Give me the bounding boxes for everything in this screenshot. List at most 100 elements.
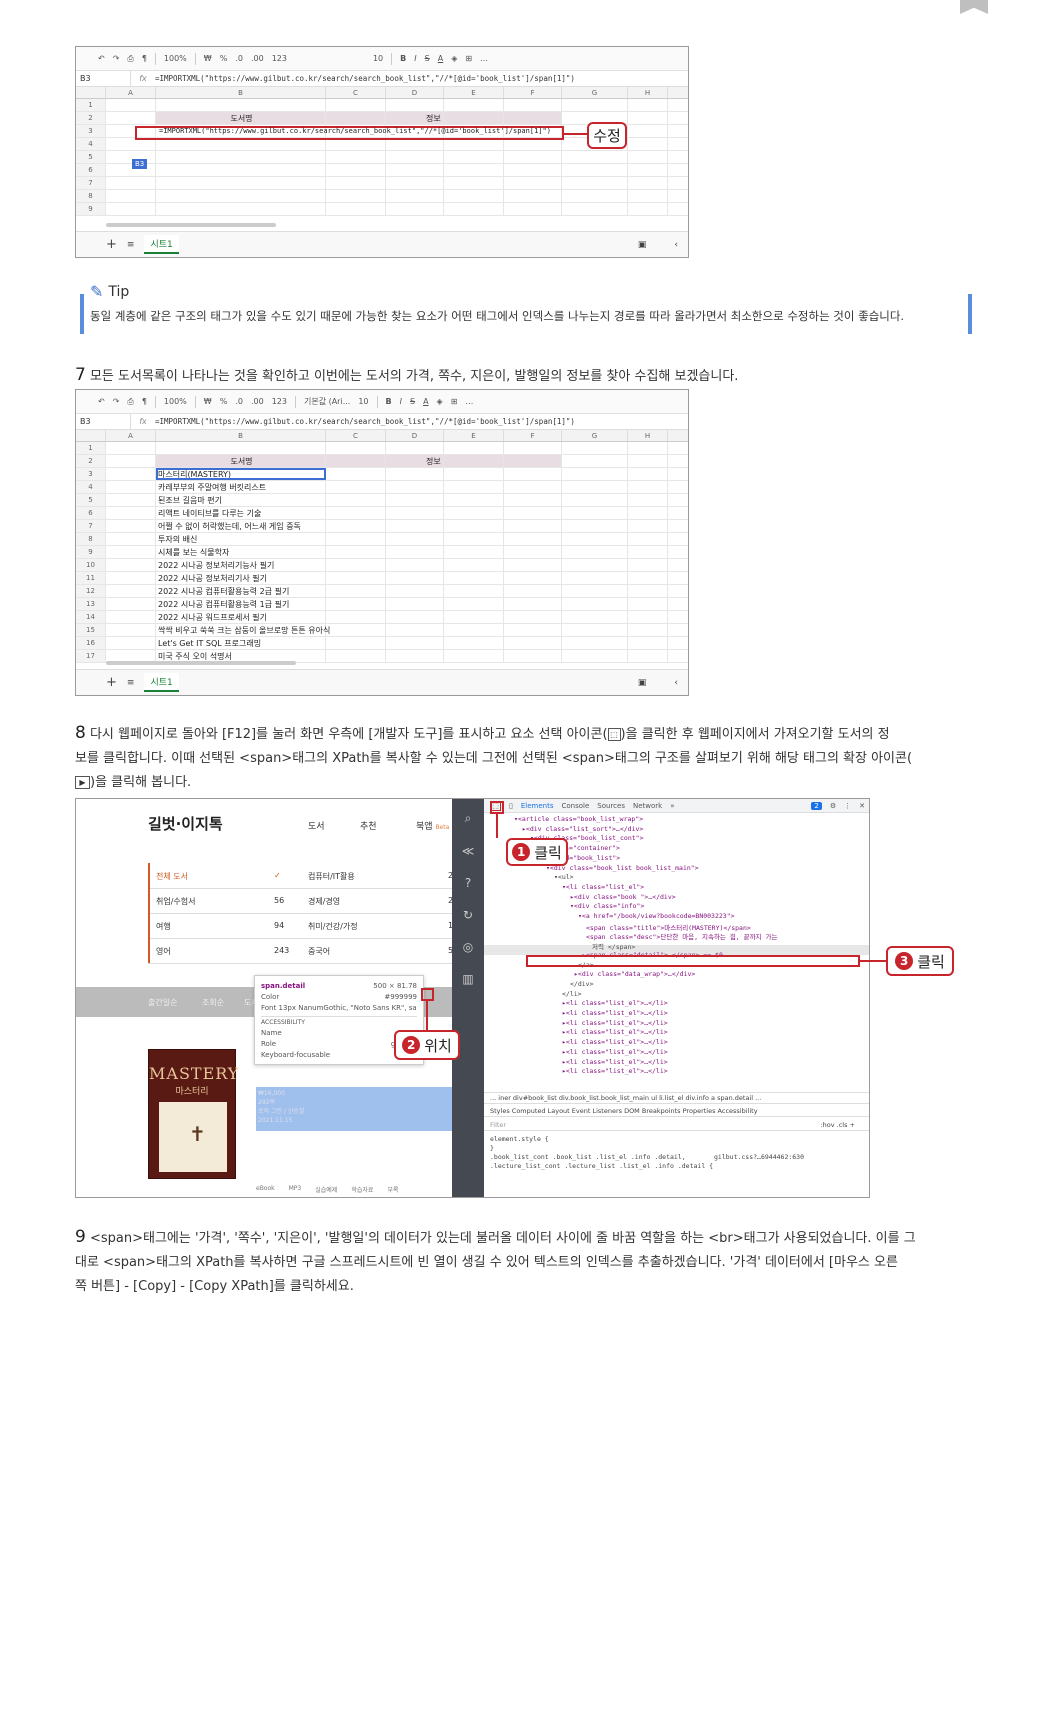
font-select[interactable]: 기본값 (Ari...: [304, 396, 350, 407]
nav-bookapp[interactable]: 북앱 Beta: [416, 819, 449, 832]
sheet-cell[interactable]: [628, 572, 668, 584]
category-row[interactable]: 여행94취미/건강/가정101: [148, 913, 468, 939]
col-f[interactable]: F: [504, 87, 562, 98]
sheet-cell[interactable]: [386, 481, 444, 493]
sheet-cell[interactable]: 된조브 길음마 편기: [156, 494, 326, 506]
sheet-cell[interactable]: [386, 585, 444, 597]
sheet-cell[interactable]: [504, 468, 562, 480]
sheet-cell[interactable]: 2022 시나공 컴퓨터활용능력 1급 필기: [156, 598, 326, 610]
bottom-tab[interactable]: 학습자료: [351, 1185, 373, 1194]
sheet-cell[interactable]: [504, 455, 562, 467]
sheet-cell[interactable]: [444, 507, 504, 519]
sheet-cell[interactable]: [504, 598, 562, 610]
print-icon[interactable]: ⎙: [127, 54, 133, 64]
sheet-cell[interactable]: [444, 112, 504, 124]
barcode-icon[interactable]: ▥: [452, 972, 484, 986]
sheet-cell[interactable]: 2022 시나공 컴퓨터활용능력 2급 필기: [156, 585, 326, 597]
sheet-cell[interactable]: [386, 598, 444, 610]
sheet-cell[interactable]: [562, 481, 628, 493]
tab-network[interactable]: Network: [633, 802, 662, 810]
sheet-cell[interactable]: [444, 598, 504, 610]
sheet-cell[interactable]: [628, 203, 668, 215]
sheet-cell[interactable]: [504, 546, 562, 558]
site-logo[interactable]: 길벗·이지톡: [148, 813, 223, 834]
explore-icon[interactable]: ▣: [638, 678, 647, 688]
sheet-cell[interactable]: [628, 650, 668, 662]
sheet-cell[interactable]: 마스터리(MASTERY): [156, 468, 326, 480]
sheet-cell[interactable]: [156, 442, 326, 454]
sheet-cell[interactable]: [504, 112, 562, 124]
sheet-cell[interactable]: [326, 611, 386, 623]
sheet-cell[interactable]: [628, 177, 668, 189]
sheet-cell[interactable]: [156, 99, 326, 111]
row-number[interactable]: 1: [76, 442, 106, 454]
row-number[interactable]: 11: [76, 572, 106, 584]
add-sheet-icon[interactable]: +: [106, 675, 117, 690]
sheet-cell[interactable]: [628, 442, 668, 454]
sheet-cell[interactable]: [504, 481, 562, 493]
row-number[interactable]: 14: [76, 611, 106, 623]
sheet-cell[interactable]: [504, 585, 562, 597]
issues-badge[interactable]: 2: [811, 801, 822, 810]
refresh-icon[interactable]: ↻: [452, 908, 484, 922]
dom-node-line[interactable]: ▾<li class="list_el">: [562, 883, 644, 891]
dom-node-line[interactable]: ▸<li class="list_el">…</li>: [562, 1009, 668, 1017]
col-e[interactable]: E: [444, 87, 504, 98]
col-b[interactable]: B: [156, 87, 326, 98]
sheet-cell[interactable]: [562, 585, 628, 597]
dom-node-line[interactable]: ▸<div class="list_sort">…</div>: [522, 825, 643, 833]
sheet-cell[interactable]: [628, 598, 668, 610]
decimal-decrease-button[interactable]: .0: [235, 397, 243, 406]
print-icon[interactable]: ⎙: [127, 397, 133, 407]
help-icon[interactable]: ?: [452, 876, 484, 890]
font-size-select[interactable]: 10: [373, 54, 383, 63]
nav-books[interactable]: 도서: [308, 819, 325, 832]
sheet-cell[interactable]: [562, 99, 628, 111]
sheet-cell[interactable]: [628, 164, 668, 176]
redo-icon[interactable]: ↷: [113, 397, 120, 406]
sheet-cell[interactable]: [562, 507, 628, 519]
strike-button[interactable]: S: [425, 54, 430, 63]
zoom-select[interactable]: 100%: [164, 54, 187, 63]
more-button[interactable]: …: [480, 54, 488, 63]
search-icon[interactable]: ⌕: [452, 811, 484, 826]
sheet-cell[interactable]: [106, 494, 156, 506]
sheet-cell[interactable]: [562, 546, 628, 558]
sheet-cell[interactable]: [326, 203, 386, 215]
sheet-cell[interactable]: 정보: [386, 455, 444, 467]
sheet-cell[interactable]: [504, 507, 562, 519]
device-toolbar-icon[interactable]: ▯: [509, 802, 513, 810]
sheet-cell[interactable]: [386, 494, 444, 506]
sheet-cell[interactable]: [386, 164, 444, 176]
dom-node-line[interactable]: </div>: [570, 980, 593, 988]
sheet-cell[interactable]: [106, 585, 156, 597]
sheet-cell[interactable]: [106, 624, 156, 636]
dom-node-line[interactable]: ▸<li class="list_el">…</li>: [562, 1058, 668, 1066]
bold-button[interactable]: B: [400, 54, 406, 63]
dom-node-line[interactable]: ▸<li class="list_el">…</li>: [562, 1038, 668, 1046]
sheet-cell[interactable]: [504, 520, 562, 532]
sheet-cell[interactable]: [386, 546, 444, 558]
row-number[interactable]: 15: [76, 624, 106, 636]
sheet-cell[interactable]: [326, 533, 386, 545]
bottom-tab[interactable]: 실습예제: [315, 1185, 337, 1194]
sheet-cell[interactable]: 정보: [386, 112, 444, 124]
sheet-cell[interactable]: [444, 533, 504, 545]
bottom-tab[interactable]: eBook: [256, 1185, 275, 1194]
name-box[interactable]: B3: [76, 71, 131, 86]
sheet-cell[interactable]: =IMPORTXML("https://www.gilbut.co.kr/sea…: [156, 125, 551, 137]
category-row[interactable]: 취업/수험서56경제/경영217: [148, 888, 468, 914]
category-row[interactable]: 영어243중국어50: [148, 938, 468, 964]
text-color-button[interactable]: A: [423, 397, 428, 406]
row-number[interactable]: 8: [76, 190, 106, 202]
sheet-list-icon[interactable]: ≡: [127, 678, 135, 688]
row-number[interactable]: 16: [76, 637, 106, 649]
sheet-cell[interactable]: [504, 559, 562, 571]
dom-node-line[interactable]: <span class="title">마스터리(MASTERY)</span>: [586, 922, 751, 932]
bold-button[interactable]: B: [386, 397, 392, 406]
row-number[interactable]: 4: [76, 138, 106, 150]
sheet-cell[interactable]: [628, 455, 668, 467]
sheet-cell[interactable]: [326, 598, 386, 610]
redo-icon[interactable]: ↷: [113, 54, 120, 63]
sheet-cell[interactable]: [504, 164, 562, 176]
